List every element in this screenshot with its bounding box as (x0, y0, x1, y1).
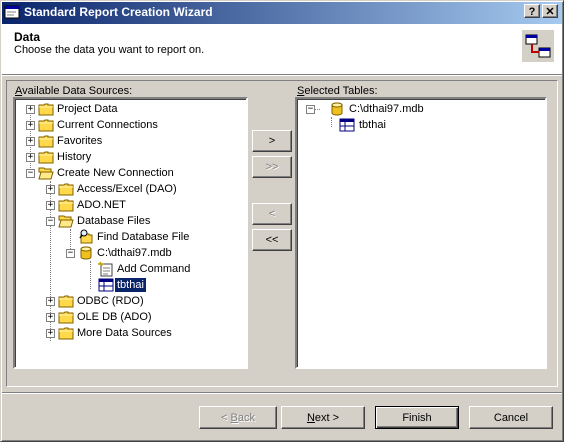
find-database-icon (78, 229, 94, 245)
database-icon (329, 101, 345, 117)
tree-item-label: C:\dthai97.mdb (349, 103, 424, 115)
database-icon (78, 245, 94, 261)
folder-icon (58, 325, 74, 341)
folder-icon (38, 133, 54, 149)
add-all-tables-button[interactable]: >> (252, 156, 292, 178)
page-title: Data (14, 30, 41, 44)
remove-all-tables-button[interactable]: << (252, 229, 292, 251)
tree-item-label: More Data Sources (77, 327, 172, 339)
folder-open-icon (38, 165, 54, 181)
tree-item-add-command[interactable]: Add Command (15, 261, 246, 277)
selected-item-dthai97-mdb[interactable]: − C:\dthai97.mdb (297, 101, 545, 117)
cancel-button[interactable]: Cancel (469, 406, 553, 429)
tree-item-label: Project Data (57, 103, 118, 115)
folder-icon (58, 309, 74, 325)
page-subtitle: Choose the data you want to report on. (14, 44, 205, 56)
folder-icon (58, 181, 74, 197)
expand-icon[interactable]: + (46, 201, 55, 210)
add-command-icon (98, 261, 114, 277)
next-button-label: Next > (306, 411, 340, 424)
tree-item-label: Create New Connection (57, 167, 174, 179)
remove-table-button[interactable]: < (252, 203, 292, 225)
collapse-icon[interactable]: − (46, 217, 55, 226)
folder-icon (38, 101, 54, 117)
window-title: Standard Report Creation Wizard (24, 5, 213, 19)
collapse-icon[interactable]: − (66, 249, 75, 258)
selected-tables-label: Selected Tables: (297, 85, 378, 97)
tree-item-create-new-connection[interactable]: − Create New Connection (15, 165, 246, 181)
next-button[interactable]: Next > (281, 406, 365, 429)
collapse-icon[interactable]: − (306, 105, 315, 114)
app-icon (4, 5, 20, 19)
tree-item-label: History (57, 151, 92, 163)
tree-item-label: ODBC (RDO) (77, 295, 144, 307)
cancel-button-label: Cancel (493, 411, 529, 424)
folder-open-icon (58, 213, 74, 229)
help-button[interactable]: ? (524, 4, 540, 18)
expand-icon[interactable]: + (26, 153, 35, 162)
tree-item-label: OLE DB (ADO) (77, 311, 152, 323)
wizard-header: Data Choose the data you want to report … (2, 24, 562, 74)
tree-item-label: ADO.NET (77, 199, 126, 211)
tree-item-label: Favorites (57, 135, 103, 147)
footer-divider (2, 392, 562, 394)
tree-item-label: C:\dthai97.mdb (97, 247, 172, 259)
expand-icon[interactable]: + (46, 329, 55, 338)
table-icon (98, 277, 114, 293)
tree-item-current-connections[interactable]: + Current Connections (15, 117, 246, 133)
tree-item-label: Find Database File (97, 231, 190, 243)
folder-icon (38, 117, 54, 133)
tree-item-tbthai[interactable]: tbthai (15, 277, 246, 293)
back-button[interactable]: < Back (199, 406, 277, 429)
expand-icon[interactable]: + (26, 121, 35, 130)
data-wizard-icon (522, 30, 554, 62)
available-sources-tree[interactable]: + Project Data + Current Connections + F… (13, 97, 248, 369)
folder-icon (38, 149, 54, 165)
folder-icon (58, 197, 74, 213)
tree-item-database-files[interactable]: − Database Files (15, 213, 246, 229)
header-divider (2, 74, 562, 76)
tree-item-label: Database Files (77, 215, 151, 227)
expand-icon[interactable]: + (26, 137, 35, 146)
tree-item-access-excel[interactable]: + Access/Excel (DAO) (15, 181, 246, 197)
collapse-icon[interactable]: − (26, 169, 35, 178)
tree-item-ole-db[interactable]: + OLE DB (ADO) (15, 309, 246, 325)
selected-tables-tree[interactable]: − C:\dthai97.mdb tbthai (295, 97, 547, 369)
tree-item-label: Add Command (117, 263, 191, 275)
tree-item-label-selected: tbthai (114, 277, 147, 293)
finish-button-label: Finish (402, 411, 432, 424)
tree-item-ado-net[interactable]: + ADO.NET (15, 197, 246, 213)
tree-item-find-database-file[interactable]: Find Database File (15, 229, 246, 245)
expand-icon[interactable]: + (26, 105, 35, 114)
title-bar: Standard Report Creation Wizard ? ✕ (0, 0, 564, 24)
tree-item-label: Current Connections (57, 119, 158, 131)
add-table-button[interactable]: > (252, 130, 292, 152)
available-sources-label: Available Data Sources: (15, 85, 133, 97)
folder-icon (58, 293, 74, 309)
table-icon (339, 117, 355, 133)
tree-item-more-data-sources[interactable]: + More Data Sources (15, 325, 246, 341)
selected-item-tbthai[interactable]: tbthai (297, 117, 545, 133)
expand-icon[interactable]: + (46, 297, 55, 306)
expand-icon[interactable]: + (46, 313, 55, 322)
tree-item-label: Access/Excel (DAO) (77, 183, 177, 195)
tree-item-favorites[interactable]: + Favorites (15, 133, 246, 149)
back-button-label: < Back (221, 411, 255, 424)
tree-item-label: tbthai (359, 119, 386, 131)
finish-button[interactable]: Finish (375, 406, 459, 429)
tree-item-dthai97-mdb[interactable]: − C:\dthai97.mdb (15, 245, 246, 261)
tree-item-project-data[interactable]: + Project Data (15, 101, 246, 117)
expand-icon[interactable]: + (46, 185, 55, 194)
tree-item-history[interactable]: + History (15, 149, 246, 165)
close-button[interactable]: ✕ (542, 4, 558, 18)
tree-item-odbc[interactable]: + ODBC (RDO) (15, 293, 246, 309)
